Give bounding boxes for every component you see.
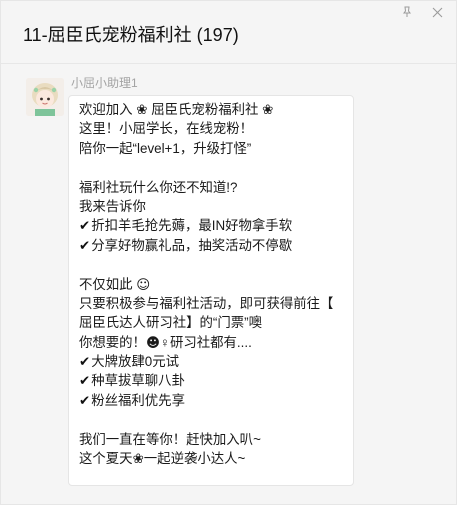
message-line: 屈臣氏达人研习社】的“门票”噢 [79,315,262,331]
message-line: 陪你一起“level+1，升级打怪” [79,140,252,156]
check-icon: ✔ [79,218,91,234]
message-text: ♀研习社都有.... [159,334,252,350]
message-line: 这里！小屈学长，在线宠粉！ [79,121,254,137]
pin-icon[interactable] [396,3,418,21]
smile-icon: ☺ [136,277,151,293]
close-icon[interactable] [426,3,448,21]
check-icon: ✔ [79,237,91,253]
message-text: 这个夏天 [79,451,133,467]
message-line: 福利社玩什么你还不知道!? [79,179,238,195]
message-text: 欢迎加入 [79,102,133,117]
message-line: 你想要的！☻♀研习社都有.... [79,333,353,352]
check-icon: ✔ [79,392,91,408]
sun-flower-icon: ❀ [132,452,144,468]
message-line: 这个夏天❀一起逆袭小达人~ [79,449,353,468]
window-controls [396,3,448,21]
message-text: 不仅如此 [79,276,133,292]
woman-emoji-icon: ☻ [145,335,160,351]
message-line: 只要积极参与福利社活动，即可获得前往【 [79,295,334,311]
message-line: 我来告诉你 [79,198,146,214]
message-line: ✔折扣羊毛抢先薅，最IN好物拿手软 [79,216,353,235]
message-line: ✔种草拔草聊八卦 [79,371,353,390]
sender-name: 小屈小助理1 [71,76,138,90]
message-text: 大牌放肆0元试 [91,354,180,370]
avatar[interactable] [26,78,64,116]
message-text: 一起逆袭小达人~ [143,451,246,467]
chat-window: 11-屈臣氏宠粉福利社 (197) 小屈小助理1 欢迎加入 ❀ 屈臣氏宠粉福利社… [0,0,457,505]
message-text: 分享好物赢礼品，抽奖活动不停歇 [91,237,293,253]
message-line: ✔大牌放肆0元试 [79,352,353,371]
message-bubble[interactable]: 欢迎加入 ❀ 屈臣氏宠粉福利社 ❀ 这里！小屈学长，在线宠粉！ 陪你一起“lev… [68,95,354,486]
flower-icon: ❀ [262,103,274,118]
message-line: ✔粉丝福利优先享 [79,391,353,410]
message-line: ✔分享好物赢礼品，抽奖活动不停歇 [79,236,353,255]
message-text: 种草拔草聊八卦 [91,373,185,389]
chat-title: 11-屈臣氏宠粉福利社 (197) [23,25,239,45]
title-bar: 11-屈臣氏宠粉福利社 (197) [1,1,456,64]
message-text: 粉丝福利优先享 [91,392,185,408]
message-text: 屈臣氏宠粉福利社 [151,102,259,117]
message-line: 欢迎加入 ❀ 屈臣氏宠粉福利社 ❀ [79,100,353,119]
message-line: 不仅如此 ☺ [79,275,353,294]
chat-area[interactable]: 小屈小助理1 欢迎加入 ❀ 屈臣氏宠粉福利社 ❀ 这里！小屈学长，在线宠粉！ 陪… [1,64,456,504]
check-icon: ✔ [79,354,91,370]
message-line: 我们一直在等你！赶快加入叭~ [79,431,261,447]
flower-icon: ❀ [136,103,148,118]
check-icon: ✔ [79,373,91,389]
message-text: 你想要的！ [79,334,146,350]
message-text: 折扣羊毛抢先薅，最IN好物拿手软 [91,218,293,234]
